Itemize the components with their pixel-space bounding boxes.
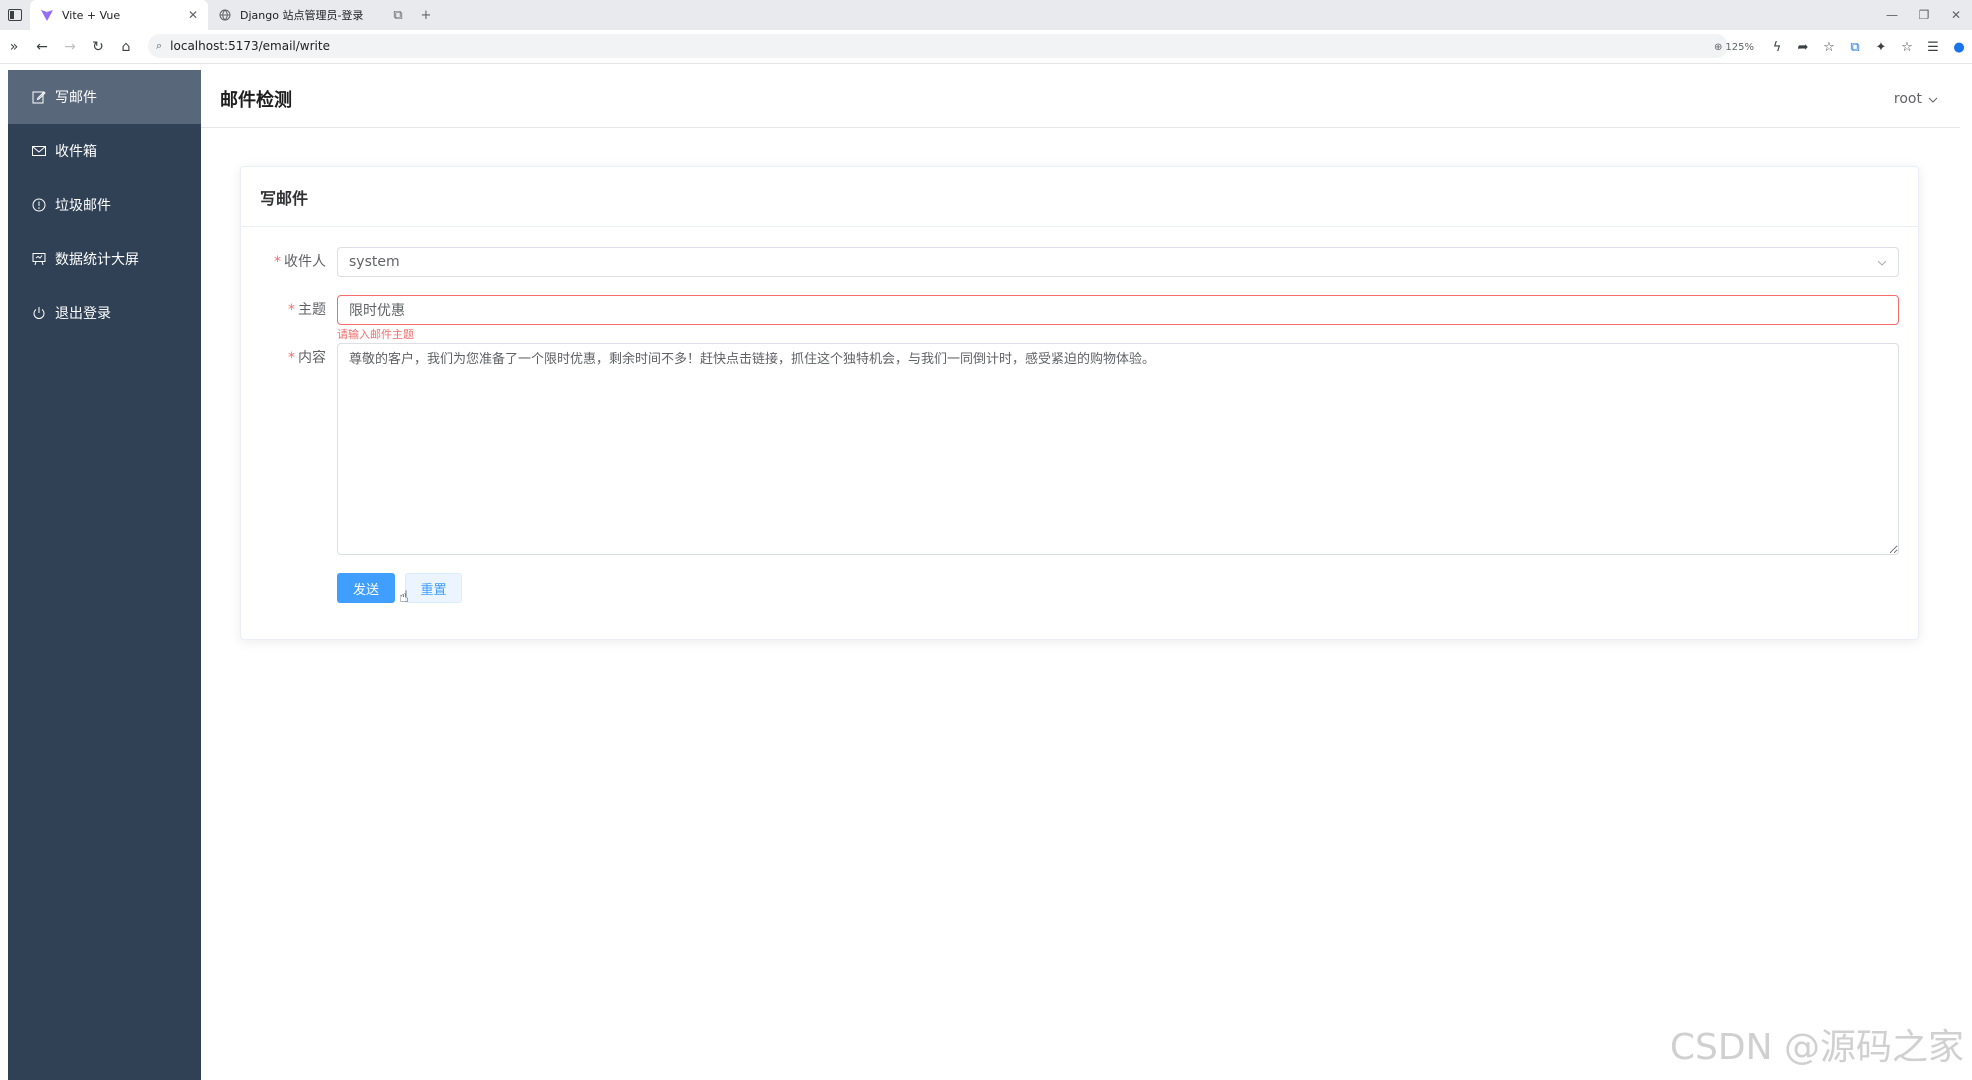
edit-icon (31, 89, 47, 105)
close-window-icon[interactable]: ✕ (1940, 0, 1972, 30)
globe-icon (218, 8, 232, 22)
sidebar-item-write[interactable]: 写邮件 (8, 70, 201, 124)
sidebar-item-label: 退出登录 (55, 306, 111, 322)
subject-label: * 主题 (288, 302, 326, 318)
forward-icon[interactable]: → (56, 33, 84, 61)
minimize-icon[interactable]: — (1876, 0, 1908, 30)
info-icon: ⌕ (156, 39, 163, 52)
home-icon[interactable]: ⌂ (112, 33, 140, 61)
send-button[interactable]: 发送 (337, 573, 395, 603)
restore-icon[interactable]: ❐ (1908, 0, 1940, 30)
menu-icon[interactable]: ☰ (1920, 34, 1946, 60)
content-textarea[interactable]: 尊敬的客户，我们为您准备了一个限时优惠，剩余时间不多！赶快点击链接，抓住这个独特… (337, 343, 1899, 555)
recipient-value: system (349, 254, 400, 270)
chevron-down-icon (1928, 91, 1938, 107)
chevron-down-icon (1877, 254, 1887, 270)
tab-django-admin[interactable]: Django 站点管理员-登录 (208, 0, 384, 30)
tab-title: Django 站点管理员-登录 (240, 9, 364, 22)
reset-button[interactable]: 重置 (405, 573, 462, 603)
sidebar-item-inbox[interactable]: 收件箱 (8, 124, 201, 178)
subject-input[interactable] (337, 295, 1899, 325)
mail-icon (31, 143, 47, 159)
url-text: localhost:5173/email/write (170, 39, 330, 53)
subject-row: *主题 请输入邮件主题 (241, 295, 1918, 343)
content-row: * 内容 尊敬的客户，我们为您准备了一个限时优惠，剩余时间不多！赶快点击链接，抓住… (241, 343, 1918, 555)
zoom-indicator[interactable]: ⊕ 125% (1714, 42, 1754, 53)
zoom-icon: ⊕ (1714, 41, 1723, 53)
translate-icon[interactable]: ⧉ (1842, 34, 1868, 60)
lightning-icon[interactable]: ϟ (1764, 34, 1790, 60)
form-actions: 发送 重置 (241, 573, 1918, 603)
tab-vite-vue[interactable]: Vite + Vue ✕ (30, 0, 208, 30)
sidebar-item-label: 写邮件 (55, 90, 97, 106)
sidebar-item-label: 垃圾邮件 (55, 198, 111, 214)
card-title: 写邮件 (241, 167, 1918, 227)
sidebar-item-logout[interactable]: 退出登录 (8, 286, 201, 340)
warning-icon (31, 197, 47, 213)
share-icon[interactable]: ➦ (1790, 34, 1816, 60)
close-tab-icon[interactable]: ✕ (188, 8, 198, 22)
recipient-label: * 收件人 (274, 254, 326, 270)
presentation-icon (31, 251, 47, 267)
browser-tabbar: Vite + Vue ✕ Django 站点管理员-登录 ⧉ + — ❐ ✕ (0, 0, 1972, 30)
new-tab-icon[interactable]: + (412, 0, 440, 30)
reload-icon[interactable]: ↻ (84, 33, 112, 61)
power-icon (31, 305, 47, 321)
zoom-level: 125% (1725, 41, 1754, 53)
user-menu[interactable]: root (1894, 91, 1938, 107)
toolbar-actions: ⊕ 125% ϟ ➦ ☆ ⧉ ✦ ☆ ☰ ● (1714, 30, 1972, 64)
sidebar-item-label: 数据统计大屏 (55, 252, 139, 268)
extensions-icon[interactable]: ✦ (1868, 34, 1894, 60)
recipient-row: * 收件人 system (241, 247, 1918, 277)
window-controls: — ❐ ✕ (1876, 0, 1972, 30)
vite-logo-icon (40, 8, 54, 22)
app-title: 邮件检测 (220, 89, 292, 111)
content-label: * 内容 (288, 350, 326, 366)
watermark: CSDN @源码之家 (1669, 1027, 1964, 1068)
browser-navbar: » ← → ↻ ⌂ ⌕ localhost:5173/email/write ⊕… (0, 30, 1972, 64)
favorites-icon[interactable]: ☆ (1894, 34, 1920, 60)
tab-title: Vite + Vue (62, 8, 121, 22)
back-icon[interactable]: ← (28, 33, 56, 61)
subject-error: 请输入邮件主题 (337, 328, 414, 341)
username: root (1893, 90, 1922, 107)
sidebar: 写邮件 收件箱 垃圾邮件 数据统计大屏 退出登录 (8, 70, 201, 1080)
address-bar[interactable]: ⌕ localhost:5173/email/write (148, 34, 1728, 58)
sidebar-toggle-icon[interactable] (0, 0, 30, 30)
hand-cursor-icon: ☝ (399, 587, 409, 606)
app-header: 邮件检测 root (201, 70, 1960, 128)
sidebar-item-dashboard[interactable]: 数据统计大屏 (8, 232, 201, 286)
profile-icon[interactable]: ● (1946, 34, 1972, 60)
tab-actions-icon[interactable]: ⧉ (384, 0, 412, 30)
bookmark-star-icon[interactable]: ☆ (1816, 34, 1842, 60)
sidebar-item-label: 收件箱 (55, 144, 97, 160)
recipient-select[interactable]: system (337, 247, 1899, 277)
compose-card: 写邮件 *收件人 system *主题 请输入邮件主题 *内容 尊敬的客户，我们… (240, 166, 1919, 640)
sidebar-item-spam[interactable]: 垃圾邮件 (8, 178, 201, 232)
expand-icon[interactable]: » (0, 33, 28, 61)
